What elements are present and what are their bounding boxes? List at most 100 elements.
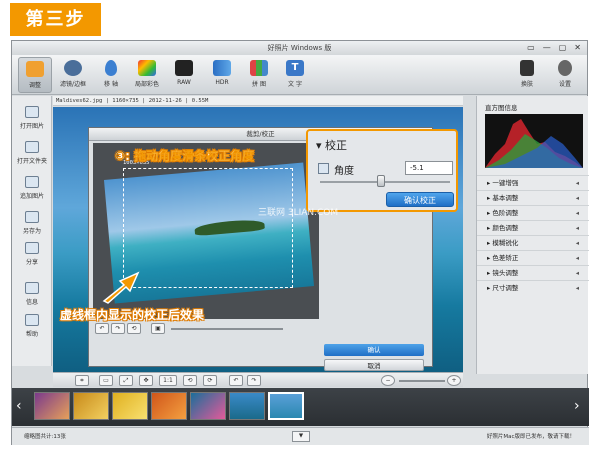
pencil-icon <box>26 61 44 77</box>
zoom-slider[interactable] <box>399 380 445 382</box>
arrow-icon: ◂ <box>575 284 579 292</box>
undo-icon[interactable]: ↶ <box>95 323 109 334</box>
disk-icon <box>25 211 39 223</box>
arrow-icon: ◂ <box>575 209 579 217</box>
crop-bottom-tools: ↶ ↷ ⟲ ▣ <box>93 322 319 336</box>
confirm-correction-button[interactable]: 确认校正 <box>386 192 454 207</box>
info-icon <box>25 282 39 294</box>
grid-icon <box>250 60 268 76</box>
move-icon[interactable]: ✥ <box>139 375 153 386</box>
tool-local-color[interactable]: 局部彩色 <box>130 57 164 93</box>
right-panel: 直方图信息 ▸ 一键增强 ◂ ▸ 基本调整 ◂ ▸ 色阶调整 ◂ ▸ 颜色调整 ◂ ▸ … <box>476 96 589 374</box>
tool-tiltshift[interactable]: 移 轴 <box>94 57 128 93</box>
sidebar-item-save-as[interactable]: 另存为 <box>12 211 52 235</box>
crop-cancel-button[interactable]: 取消 <box>324 359 424 371</box>
share-icon <box>25 242 39 254</box>
zoom-in-icon[interactable]: + <box>447 375 461 386</box>
thumbnail[interactable] <box>151 392 187 420</box>
close-button[interactable]: ✕ <box>574 43 581 53</box>
folder-icon <box>25 141 39 153</box>
actual-size-button[interactable]: 1:1 <box>159 375 177 386</box>
crop-ok-button[interactable]: 确认 <box>324 344 424 356</box>
arrow-icon: ◂ <box>575 269 579 277</box>
zoom-out-icon[interactable]: − <box>381 375 395 386</box>
adjust-lens[interactable]: ▸ 镜头调整 ◂ <box>477 265 589 280</box>
angle-icon <box>318 163 329 174</box>
rotate-left-icon[interactable]: ⟲ <box>183 375 197 386</box>
tool-filter[interactable]: 滤镜/边框 <box>56 57 90 93</box>
adjust-color[interactable]: ▸ 颜色调整 ◂ <box>477 220 589 235</box>
arrow-icon: ◂ <box>575 239 579 247</box>
tool-settings[interactable]: 设置 <box>548 57 582 93</box>
adjust-chromatic[interactable]: ▸ 色差矫正 ◂ <box>477 250 589 265</box>
tool-collage[interactable]: 拼 图 <box>242 57 276 93</box>
zoom-slider[interactable] <box>171 328 283 330</box>
fit-icon[interactable]: ▣ <box>151 323 165 334</box>
adjust-blur-sharpen[interactable]: ▸ 模糊锐化 ◂ <box>477 235 589 250</box>
sidebar-item-add-image[interactable]: 追加图片 <box>12 176 52 200</box>
histogram <box>485 114 583 168</box>
thumbnail[interactable] <box>229 392 265 420</box>
adjust-levels[interactable]: ▸ 色阶调整 ◂ <box>477 205 589 220</box>
reset-icon[interactable]: ⟲ <box>127 323 141 334</box>
watermark: 三联网 3LIAN.COM <box>258 208 339 218</box>
title-bar: 好照片 Windows 版 ▭ — ▢ ✕ <box>12 41 587 55</box>
thumbnail[interactable] <box>112 392 148 420</box>
tool-skin[interactable]: 换肤 <box>510 57 544 93</box>
fit-screen-icon[interactable]: ⤢ <box>119 375 133 386</box>
rotate-right-icon[interactable]: ⟳ <box>203 375 217 386</box>
prev-icon[interactable]: ‹ <box>16 398 22 414</box>
redo-icon[interactable]: ↷ <box>247 375 261 386</box>
sidebar-item-share[interactable]: 分享 <box>12 242 52 266</box>
collapse-icon[interactable]: ▼ <box>292 431 310 442</box>
window-title: 好照片 Windows 版 <box>267 44 332 52</box>
thumbnail[interactable] <box>190 392 226 420</box>
tool-hdr[interactable]: HDR <box>205 57 239 93</box>
correction-popup: ▾ 校正 角度 -5.1 确认校正 <box>306 129 458 212</box>
main-toolbar: 调整 滤镜/边框 移 轴 局部彩色 RAW HDR 拼 图 T文 字 换肤 设置 <box>12 55 587 95</box>
adjust-size[interactable]: ▸ 尺寸调整 ◂ <box>477 280 589 295</box>
add-image-icon <box>25 176 39 188</box>
news-text: 好照片Mac版即已发布，敬请下载！ <box>486 434 575 440</box>
image-info-bar: Maldives62.jpg | 1160×735 | 2012-11-26 |… <box>53 96 463 106</box>
adjust-basic[interactable]: ▸ 基本调整 ◂ <box>477 190 589 205</box>
restore-button[interactable]: ▭ <box>527 43 535 53</box>
redo-icon[interactable]: ↷ <box>111 323 125 334</box>
thumbnail[interactable] <box>73 392 109 420</box>
text-icon: T <box>286 60 304 76</box>
gear-icon <box>558 60 572 76</box>
help-icon <box>25 314 39 326</box>
thumbnail[interactable] <box>34 392 70 420</box>
undo-icon[interactable]: ↶ <box>229 375 243 386</box>
arrow-annotation <box>102 271 140 304</box>
shirt-icon <box>520 60 534 76</box>
status-bar: 缩略图共计:13张 ▼ 好照片Mac版即已发布，敬请下载！ <box>12 427 589 445</box>
sidebar-item-help[interactable]: 帮助 <box>12 314 52 338</box>
histogram-graph <box>485 119 583 168</box>
arrow-icon: ◂ <box>575 179 579 187</box>
frame-icon[interactable]: ▭ <box>99 375 113 386</box>
tool-raw[interactable]: RAW <box>167 57 201 93</box>
edit-toolbar: ⌗ ▭ ⤢ ✥ 1:1 ⟲ ⟳ ↶ ↷ − + <box>53 372 463 387</box>
arrow-icon: ◂ <box>575 224 579 232</box>
sidebar-item-open-image[interactable]: 打开图片 <box>12 106 52 130</box>
thumbnail-selected[interactable] <box>268 392 304 420</box>
sidebar-item-info[interactable]: 信息 <box>12 282 52 306</box>
arrow-icon: ◂ <box>575 194 579 202</box>
arrow-icon: ◂ <box>575 254 579 262</box>
next-icon[interactable]: › <box>574 398 580 414</box>
tool-adjust[interactable]: 调整 <box>18 57 52 93</box>
histogram-title: 直方图信息 <box>485 104 518 112</box>
correction-title: ▾ 校正 <box>316 139 348 152</box>
crop-icon[interactable]: ⌗ <box>75 375 89 386</box>
maximize-button[interactable]: ▢ <box>559 43 567 53</box>
angle-input[interactable]: -5.1 <box>405 161 453 175</box>
hdr-icon <box>213 60 231 76</box>
minimize-button[interactable]: — <box>543 43 551 53</box>
image-icon <box>25 106 39 118</box>
adjust-one-click[interactable]: ▸ 一键增强 ◂ <box>477 175 589 190</box>
tool-text[interactable]: T文 字 <box>278 57 312 93</box>
sidebar-item-open-folder[interactable]: 打开文件夹 <box>12 141 52 165</box>
camera-icon <box>175 60 193 76</box>
angle-slider-handle[interactable] <box>377 175 386 187</box>
